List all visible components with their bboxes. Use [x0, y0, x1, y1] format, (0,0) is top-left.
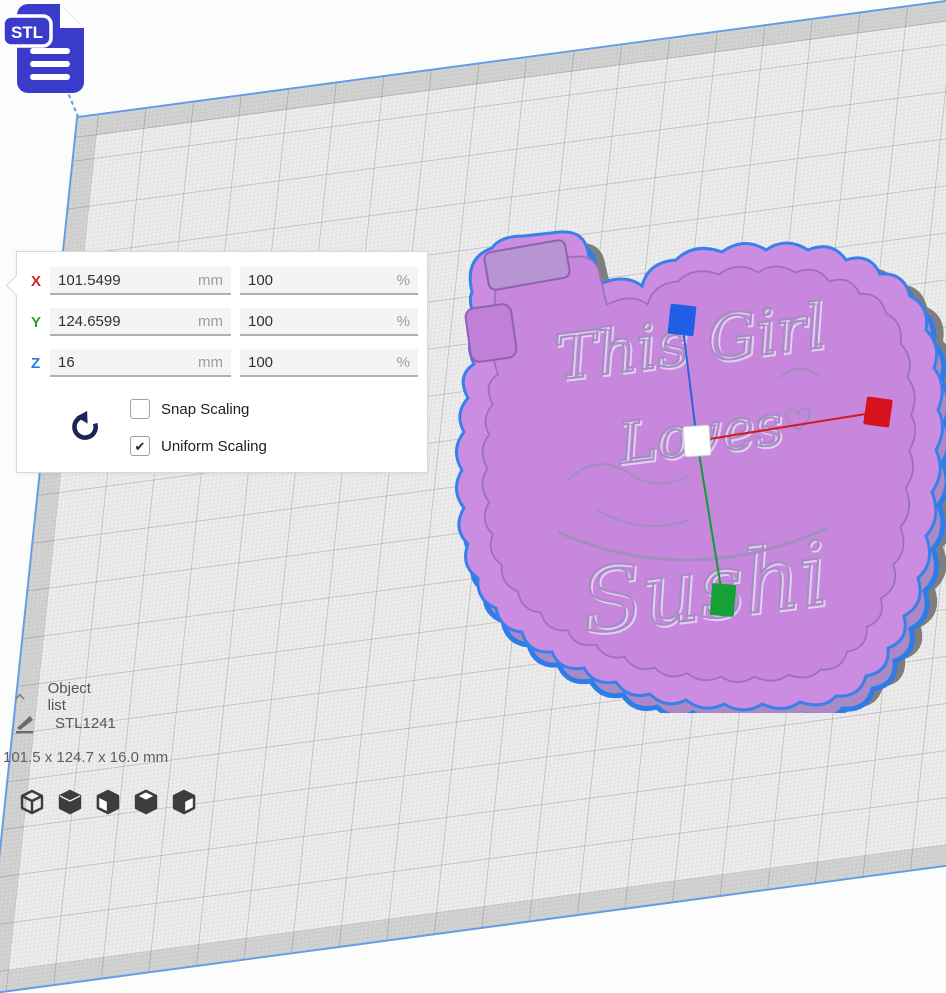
object-list-title: Object list [48, 680, 96, 714]
scale-y-percent-value: 100 [248, 313, 273, 330]
view-top-button[interactable] [94, 788, 122, 816]
cube-right-icon [174, 791, 194, 813]
scale-z-mm-input[interactable]: 16 mm [50, 349, 231, 377]
uniform-scaling-checkbox[interactable]: ✔ [130, 436, 150, 456]
chevron-up-icon [14, 691, 26, 703]
scale-row-x: X 101.5499 mm 100 % [17, 266, 427, 296]
scale-row-y: Y 124.6599 mm 100 % [17, 307, 427, 337]
view-3d-button[interactable] [18, 788, 46, 816]
scale-z-mm-unit: mm [198, 354, 223, 371]
reset-scale-button[interactable] [70, 410, 102, 444]
scale-tool-panel: X 101.5499 mm 100 % Y 124.6599 mm 100 % … [16, 251, 428, 473]
view-left-button[interactable] [132, 788, 160, 816]
uniform-scaling-row: ✔ Uniform Scaling [130, 436, 267, 456]
scale-y-mm-unit: mm [198, 313, 223, 330]
object-list-header[interactable]: Object list [14, 680, 95, 714]
stl-file-icon: STL [2, 2, 94, 96]
scale-z-mm-value: 16 [58, 354, 75, 371]
scale-z-percent-value: 100 [248, 354, 273, 371]
cube-top-icon [98, 791, 118, 813]
object-list-item-name: STL1241 [55, 715, 116, 732]
x-axis-label: X [31, 273, 49, 290]
cube-front-icon [60, 791, 80, 813]
y-axis-label: Y [31, 314, 49, 331]
x-scale-handle[interactable] [863, 396, 893, 427]
scale-x-percent-unit: % [397, 272, 410, 289]
object-list-item[interactable]: STL1241 [13, 712, 116, 734]
snap-scaling-row: ✔ Snap Scaling [130, 399, 249, 419]
scale-x-mm-input[interactable]: 101.5499 mm [50, 267, 231, 295]
cube-left-icon [136, 791, 156, 813]
cube-3d-icon [22, 791, 42, 813]
scale-x-mm-value: 101.5499 [58, 272, 121, 289]
scale-z-percent-unit: % [397, 354, 410, 371]
snap-scaling-label: Snap Scaling [161, 401, 249, 418]
stl-badge-label: STL [11, 23, 43, 42]
model-this-girl-loves-sushi[interactable]: This Girl Loves Sushi This Girl Loves Su… [448, 228, 946, 713]
snap-scaling-checkbox[interactable]: ✔ [130, 399, 150, 419]
view-front-button[interactable] [56, 788, 84, 816]
center-scale-handle[interactable] [683, 425, 711, 457]
camera-view-toolbar [18, 788, 198, 816]
scale-x-mm-unit: mm [198, 272, 223, 289]
scale-row-z: Z 16 mm 100 % [17, 348, 427, 378]
scale-y-percent-unit: % [397, 313, 410, 330]
uniform-scaling-label: Uniform Scaling [161, 438, 267, 455]
y-scale-handle[interactable] [710, 583, 737, 617]
check-icon: ✔ [135, 440, 146, 453]
scale-x-percent-input[interactable]: 100 % [240, 267, 418, 295]
scale-x-percent-value: 100 [248, 272, 273, 289]
scale-y-mm-value: 124.6599 [58, 313, 121, 330]
view-right-button[interactable] [170, 788, 198, 816]
scale-z-percent-input[interactable]: 100 % [240, 349, 418, 377]
z-axis-label: Z [31, 355, 49, 372]
z-scale-handle[interactable] [668, 304, 697, 337]
selected-model-dimensions: 101.5 x 124.7 x 16.0 mm [3, 749, 168, 766]
scale-y-mm-input[interactable]: 124.6599 mm [50, 308, 231, 336]
scale-y-percent-input[interactable]: 100 % [240, 308, 418, 336]
model-pencil-icon [13, 712, 37, 734]
